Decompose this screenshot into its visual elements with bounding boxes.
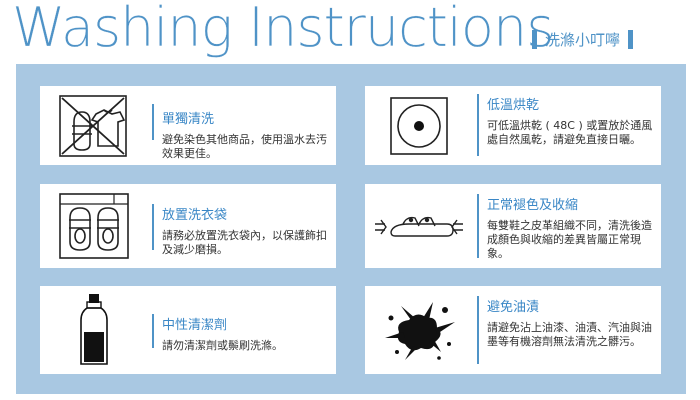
card-description: 可低溫烘乾 ( 48C ) 或置放於通風處自然風乾，請避免直接日曬。: [487, 119, 653, 146]
instructions-panel: 單獨清洗 避免染色其他商品，使用溫水去汚效果更佳。 低溫烘乾 可低溫烘乾 ( 4…: [16, 64, 686, 394]
card-accent-line: [152, 204, 154, 250]
card-description: 請勿清潔劑或鬃刷洗滌。: [162, 339, 283, 352]
instruction-card-avoid-oil: 避免油漬 請避免沾上油漆、油漬、汽油與油墨等有機溶劑無法清洗之髒污。: [365, 286, 661, 374]
card-description: 請務必放置洗衣袋內，以保護飾扣及減少磨損。: [162, 229, 327, 256]
card-text: 單獨清洗 避免染色其他商品，使用溫水去汚效果更佳。: [162, 108, 330, 161]
card-title: 單獨清洗: [162, 112, 215, 127]
subtitle-right-bar: [628, 29, 634, 49]
card-accent-line: [477, 296, 479, 364]
no-mixing-shoes-icon: [48, 86, 140, 165]
card-title: 低溫烘乾: [487, 98, 540, 113]
card-description: 避免染色其他商品，使用溫水去汚效果更佳。: [162, 133, 327, 160]
card-title: 避免油漬: [487, 300, 540, 315]
instruction-card-neutral-detergent: 中性清潔劑 請勿清潔劑或鬃刷洗滌。: [40, 286, 336, 374]
low-heat-dry-icon: [373, 86, 465, 165]
card-text: 低溫烘乾 可低溫烘乾 ( 48C ) 或置放於通風處自然風乾，請避免直接日曬。: [487, 94, 655, 147]
card-text: 避免油漬 請避免沾上油漆、油漬、汽油與油墨等有機溶劑無法清洗之髒污。: [487, 296, 655, 349]
instruction-card-wash-separately: 單獨清洗 避免染色其他商品，使用溫水去汚效果更佳。: [40, 86, 336, 165]
instruction-card-laundry-bag: 放置洗衣袋 請務必放置洗衣袋內，以保護飾扣及減少磨損。: [40, 184, 336, 268]
card-title: 中性清潔劑: [162, 318, 228, 333]
card-text: 放置洗衣袋 請務必放置洗衣袋內，以保護飾扣及減少磨損。: [162, 204, 330, 257]
card-accent-line: [152, 314, 154, 348]
laundry-bag-icon: [48, 184, 140, 268]
card-title: 正常褪色及收縮: [487, 198, 579, 213]
card-accent-line: [152, 104, 154, 140]
page-title: Washing Instructions: [12, 0, 555, 59]
card-description: 每雙鞋之皮革組織不同，清洗後造成顏色與收縮的差異皆屬正常現象。: [487, 219, 652, 260]
subtitle-wrap: 洗滌小叮嚀: [532, 28, 634, 50]
card-accent-line: [477, 94, 479, 156]
page-subtitle: 洗滌小叮嚀: [545, 30, 621, 49]
detergent-bottle-icon: [48, 286, 140, 374]
card-description: 請避免沾上油漆、油漬、汽油與油墨等有機溶劑無法清洗之髒污。: [487, 321, 652, 348]
header: Washing Instructions 洗滌小叮嚀: [0, 0, 700, 62]
card-accent-line: [477, 194, 479, 258]
card-text: 中性清潔劑 請勿清潔劑或鬃刷洗滌。: [162, 314, 330, 353]
instruction-card-low-heat-dry: 低溫烘乾 可低溫烘乾 ( 48C ) 或置放於通風處自然風乾，請避免直接日曬。: [365, 86, 661, 165]
card-text: 正常褪色及收縮 每雙鞋之皮革組織不同，清洗後造成顏色與收縮的差異皆屬正常現象。: [487, 194, 655, 261]
oil-stain-icon: [373, 286, 465, 374]
card-title: 放置洗衣袋: [162, 208, 228, 223]
shrink-sandal-icon: [373, 184, 465, 268]
instruction-card-fading-shrinkage: 正常褪色及收縮 每雙鞋之皮革組織不同，清洗後造成顏色與收縮的差異皆屬正常現象。: [365, 184, 661, 268]
